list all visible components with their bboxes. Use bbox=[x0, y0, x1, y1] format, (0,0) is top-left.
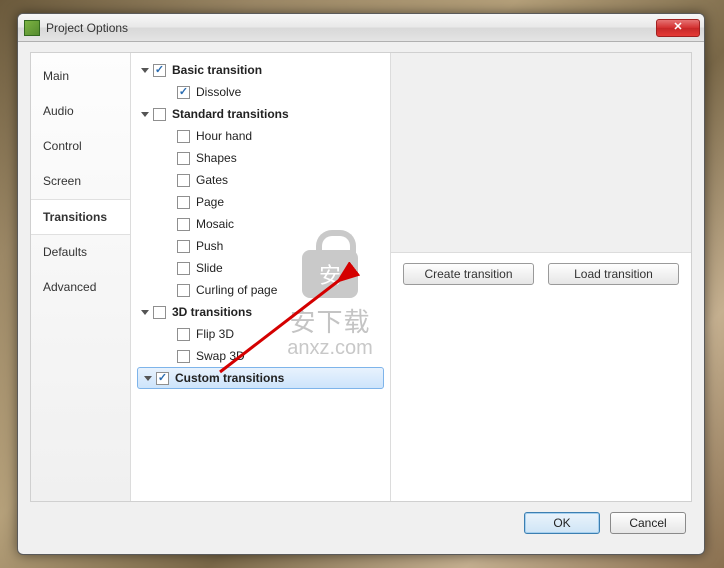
sidebar-nav: MainAudioControlScreenTransitionsDefault… bbox=[31, 53, 131, 501]
checkbox[interactable] bbox=[177, 130, 190, 143]
tree-label: Shapes bbox=[196, 151, 237, 165]
checkbox[interactable] bbox=[177, 196, 190, 209]
tree-label: Dissolve bbox=[196, 85, 241, 99]
window-title: Project Options bbox=[46, 21, 656, 35]
checkbox[interactable] bbox=[177, 152, 190, 165]
tree-label: Curling of page bbox=[196, 283, 277, 297]
load-transition-button[interactable]: Load transition bbox=[548, 263, 679, 285]
checkbox[interactable] bbox=[177, 284, 190, 297]
tree-label: Slide bbox=[196, 261, 223, 275]
transition-button-row: Create transition Load transition bbox=[391, 253, 691, 295]
tree-row[interactable]: 3D transitions bbox=[135, 301, 386, 323]
tree-label: Standard transitions bbox=[172, 107, 289, 121]
tree-row[interactable]: Curling of page bbox=[135, 279, 386, 301]
checkbox[interactable] bbox=[153, 108, 166, 121]
tree-row[interactable]: Push bbox=[135, 235, 386, 257]
tree-label: Push bbox=[196, 239, 223, 253]
checkbox[interactable] bbox=[177, 218, 190, 231]
sidebar-item-main[interactable]: Main bbox=[31, 59, 130, 94]
ok-button[interactable]: OK bbox=[524, 512, 600, 534]
checkbox[interactable] bbox=[177, 328, 190, 341]
cancel-button[interactable]: Cancel bbox=[610, 512, 686, 534]
tree-label: Hour hand bbox=[196, 129, 252, 143]
tree-label: Flip 3D bbox=[196, 327, 234, 341]
tree-row[interactable]: Hour hand bbox=[135, 125, 386, 147]
checkbox[interactable] bbox=[177, 174, 190, 187]
tree-row[interactable]: Custom transitions bbox=[137, 367, 384, 389]
tree-row[interactable]: Mosaic bbox=[135, 213, 386, 235]
tree-row[interactable]: Basic transition bbox=[135, 59, 386, 81]
tree-label: Page bbox=[196, 195, 224, 209]
tree-row[interactable]: Shapes bbox=[135, 147, 386, 169]
content-row: MainAudioControlScreenTransitionsDefault… bbox=[30, 52, 692, 502]
right-panel: Create transition Load transition bbox=[391, 53, 691, 501]
dialog-button-bar: OK Cancel bbox=[30, 502, 692, 544]
checkbox[interactable] bbox=[177, 262, 190, 275]
tree-label: Mosaic bbox=[196, 217, 234, 231]
checkbox[interactable] bbox=[156, 372, 169, 385]
sidebar-item-screen[interactable]: Screen bbox=[31, 164, 130, 199]
sidebar-item-defaults[interactable]: Defaults bbox=[31, 235, 130, 270]
preview-box bbox=[391, 53, 691, 253]
checkbox[interactable] bbox=[177, 86, 190, 99]
tree-label: Basic transition bbox=[172, 63, 262, 77]
app-icon bbox=[24, 20, 40, 36]
chevron-down-icon[interactable] bbox=[141, 310, 149, 315]
client-area: MainAudioControlScreenTransitionsDefault… bbox=[18, 42, 704, 554]
close-button[interactable]: ✕ bbox=[656, 19, 700, 37]
tree-label: Gates bbox=[196, 173, 228, 187]
tree-row[interactable]: Page bbox=[135, 191, 386, 213]
titlebar[interactable]: Project Options ✕ bbox=[18, 14, 704, 42]
sidebar-item-audio[interactable]: Audio bbox=[31, 94, 130, 129]
tree-row[interactable]: Dissolve bbox=[135, 81, 386, 103]
tree-row[interactable]: Flip 3D bbox=[135, 323, 386, 345]
checkbox[interactable] bbox=[177, 240, 190, 253]
chevron-down-icon[interactable] bbox=[141, 68, 149, 73]
tree-label: Custom transitions bbox=[175, 371, 284, 385]
checkbox[interactable] bbox=[177, 350, 190, 363]
checkbox[interactable] bbox=[153, 64, 166, 77]
tree-row[interactable]: Slide bbox=[135, 257, 386, 279]
sidebar-item-transitions[interactable]: Transitions bbox=[31, 199, 130, 235]
transition-tree[interactable]: Basic transition Dissolve Standard transit… bbox=[131, 53, 391, 501]
checkbox[interactable] bbox=[153, 306, 166, 319]
project-options-window: Project Options ✕ MainAudioControlScreen… bbox=[17, 13, 705, 555]
tree-label: Swap 3D bbox=[196, 349, 245, 363]
tree-row[interactable]: Gates bbox=[135, 169, 386, 191]
create-transition-button[interactable]: Create transition bbox=[403, 263, 534, 285]
sidebar-item-advanced[interactable]: Advanced bbox=[31, 270, 130, 305]
chevron-down-icon[interactable] bbox=[141, 112, 149, 117]
sidebar-item-control[interactable]: Control bbox=[31, 129, 130, 164]
tree-row[interactable]: Swap 3D bbox=[135, 345, 386, 367]
tree-label: 3D transitions bbox=[172, 305, 252, 319]
tree-row[interactable]: Standard transitions bbox=[135, 103, 386, 125]
chevron-down-icon[interactable] bbox=[144, 376, 152, 381]
